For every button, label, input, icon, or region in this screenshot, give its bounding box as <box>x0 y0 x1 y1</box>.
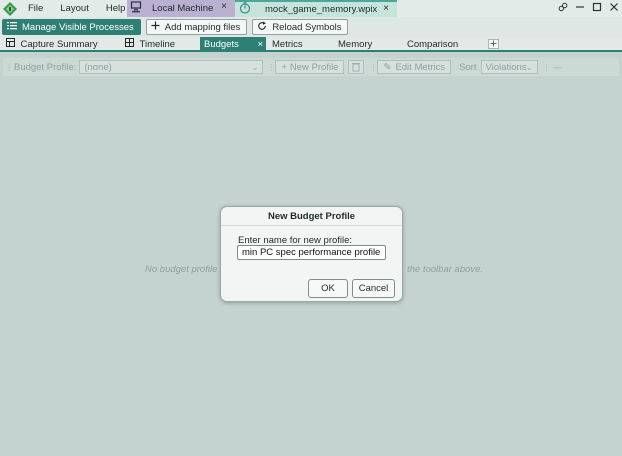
close-icon[interactable]: × <box>383 3 389 14</box>
grip-icon: ⋮ <box>5 62 13 72</box>
tab-label: Memory <box>338 39 373 50</box>
tab-label: Local Machine <box>152 3 214 14</box>
tab-label: Timeline <box>139 39 176 50</box>
budget-profile-label: Budget Profile: <box>14 61 77 73</box>
grip-icon: ⋮ <box>369 62 378 72</box>
cancel-button[interactable]: Cancel <box>352 279 395 298</box>
close-icon[interactable]: × <box>257 37 263 52</box>
link-icon[interactable] <box>554 2 571 15</box>
tab-capture-summary[interactable]: Capture Summary <box>6 37 98 52</box>
window-controls <box>554 0 622 17</box>
empty-state-text-right: the toolbar above. <box>407 264 484 275</box>
tab-comparison[interactable]: Comparison <box>407 37 458 52</box>
close-window-icon[interactable] <box>605 2 622 15</box>
chevron-down-icon: ⌄ <box>525 62 533 72</box>
tab-memory[interactable]: Memory <box>338 37 372 52</box>
manage-visible-processes-button[interactable]: Manage Visible Processes <box>2 19 141 35</box>
button-label: Edit Metrics <box>395 61 446 73</box>
computer-icon <box>130 1 142 16</box>
button-label: Reload Symbols <box>272 21 342 33</box>
list-icon <box>7 21 17 33</box>
select-value: (none) <box>84 61 112 73</box>
plus-icon <box>490 40 497 47</box>
ok-button[interactable]: OK <box>308 279 348 298</box>
menu-layout[interactable]: Layout <box>52 0 98 17</box>
pencil-icon: ✎ <box>383 61 392 73</box>
plus-icon <box>151 21 160 33</box>
more-icon[interactable]: — <box>553 62 563 73</box>
button-label: New Profile <box>289 61 339 73</box>
refresh-icon <box>257 21 267 34</box>
empty-state-text-left: No budget profile <box>145 264 218 275</box>
tab-metrics[interactable]: Metrics <box>272 37 303 52</box>
edit-metrics-button[interactable]: ✎ Edit Metrics <box>377 60 452 74</box>
tab-label: mock_game_memory.wpix <box>265 4 378 15</box>
profile-name-input[interactable] <box>237 245 386 260</box>
view-tab-bar: Capture Summary Timeline Budgets × Metri… <box>0 37 622 52</box>
summary-icon <box>6 38 18 49</box>
grip-icon: ⋮ <box>267 62 276 72</box>
main-toolbar: Manage Visible Processes Add mapping fil… <box>0 17 622 37</box>
add-mapping-files-button[interactable]: Add mapping files <box>145 19 248 35</box>
select-value: Violations <box>485 61 527 73</box>
button-label: Manage Visible Processes <box>22 21 134 33</box>
reload-symbols-button[interactable]: Reload Symbols <box>252 19 349 35</box>
sort-select[interactable]: Violations ⌄ <box>480 60 538 74</box>
grip-icon: ⋮ <box>542 62 551 72</box>
tab-capture-file[interactable]: mock_game_memory.wpix × <box>235 0 397 17</box>
trash-icon <box>352 63 361 72</box>
tab-label: Budgets <box>204 39 239 50</box>
tab-label: Metrics <box>272 39 303 50</box>
tab-local-machine[interactable]: Local Machine × <box>127 0 235 17</box>
menu-file[interactable]: File <box>20 0 52 17</box>
budget-profile-select[interactable]: (none) ⌄ <box>79 60 264 74</box>
budget-toolbar: ⋮ Budget Profile: (none) ⌄ ⋮ + New Profi… <box>3 58 619 76</box>
close-icon[interactable]: × <box>221 1 227 12</box>
add-tab-button[interactable] <box>488 39 499 49</box>
pix-logo-icon <box>0 0 20 17</box>
delete-profile-button[interactable] <box>348 60 365 74</box>
new-profile-button[interactable]: + New Profile <box>275 60 345 74</box>
minimize-icon[interactable] <box>571 2 588 15</box>
dialog-divider <box>221 225 402 226</box>
plus-icon: + <box>281 61 287 73</box>
new-budget-profile-dialog: New Budget Profile Enter name for new pr… <box>220 206 403 302</box>
sort-label: Sort <box>459 61 477 73</box>
button-label: Add mapping files <box>164 21 241 33</box>
tab-label: Capture Summary <box>20 39 98 50</box>
timeline-icon <box>125 38 137 49</box>
maximize-icon[interactable] <box>588 2 605 15</box>
tab-budgets[interactable]: Budgets × <box>200 37 266 52</box>
chevron-down-icon: ⌄ <box>251 62 259 72</box>
tab-label: Comparison <box>407 39 459 50</box>
stopwatch-icon <box>239 2 251 17</box>
tab-timeline[interactable]: Timeline <box>125 37 175 52</box>
dialog-title: New Budget Profile <box>267 211 356 222</box>
